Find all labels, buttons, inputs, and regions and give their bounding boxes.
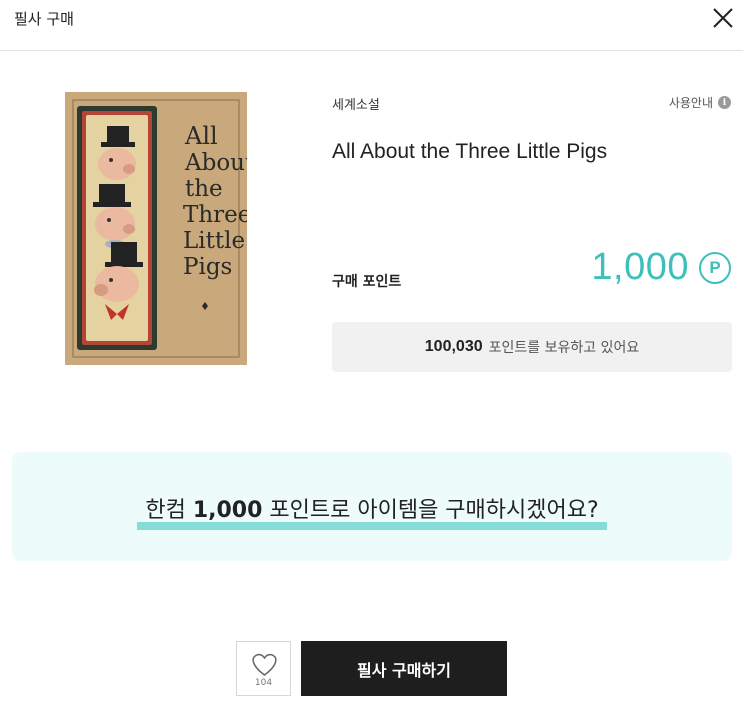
price-label: 구매 포인트 [332, 274, 402, 290]
modal-header: 필사 구매 [0, 0, 743, 51]
usage-guide-link[interactable]: 사용안내 i [669, 94, 731, 111]
close-button[interactable] [711, 6, 735, 30]
confirm-prefix: 한컴 [145, 498, 193, 523]
buy-button[interactable]: 필사 구매하기 [301, 641, 507, 696]
cover-word: Little [183, 228, 245, 254]
cover-word: All [184, 122, 218, 150]
confirm-suffix: 포인트로 아이템을 구매하시겠어요? [262, 498, 599, 523]
cover-word: Three [183, 202, 247, 228]
usage-guide-label: 사용안내 [668, 96, 713, 110]
like-button[interactable]: 104 [236, 641, 291, 696]
confirm-message-box: 한컴 1,000 포인트로 아이템을 구매하시겠어요? [12, 452, 732, 561]
highlight-underline [137, 522, 607, 530]
cover-word: the [185, 176, 223, 202]
heart-icon [252, 653, 277, 676]
cover-word: Pigs [183, 254, 232, 280]
modal-title: 필사 구매 [14, 10, 74, 28]
confirm-message: 한컴 1,000 포인트로 아이템을 구매하시겠어요? [137, 492, 607, 530]
like-count: 104 [254, 678, 273, 688]
cover-word: About [184, 150, 247, 176]
confirm-points: 1,000 [192, 498, 263, 523]
book-cover: All About the Three Little Pigs [65, 92, 247, 365]
info-icon: i [718, 96, 731, 109]
balance-amount: 100,030 [424, 338, 483, 355]
point-balance-box: 100,030 포인트를 보유하고 있어요 [332, 322, 732, 372]
close-icon [713, 8, 733, 28]
price-display: 1,000 P [591, 246, 731, 289]
book-category: 세계소설 [332, 98, 380, 113]
point-icon: P [699, 251, 731, 284]
price-value: 1,000 [591, 246, 689, 288]
balance-text: 포인트를 보유하고 있어요 [488, 340, 640, 356]
book-title: All About the Three Little Pigs [332, 140, 608, 163]
